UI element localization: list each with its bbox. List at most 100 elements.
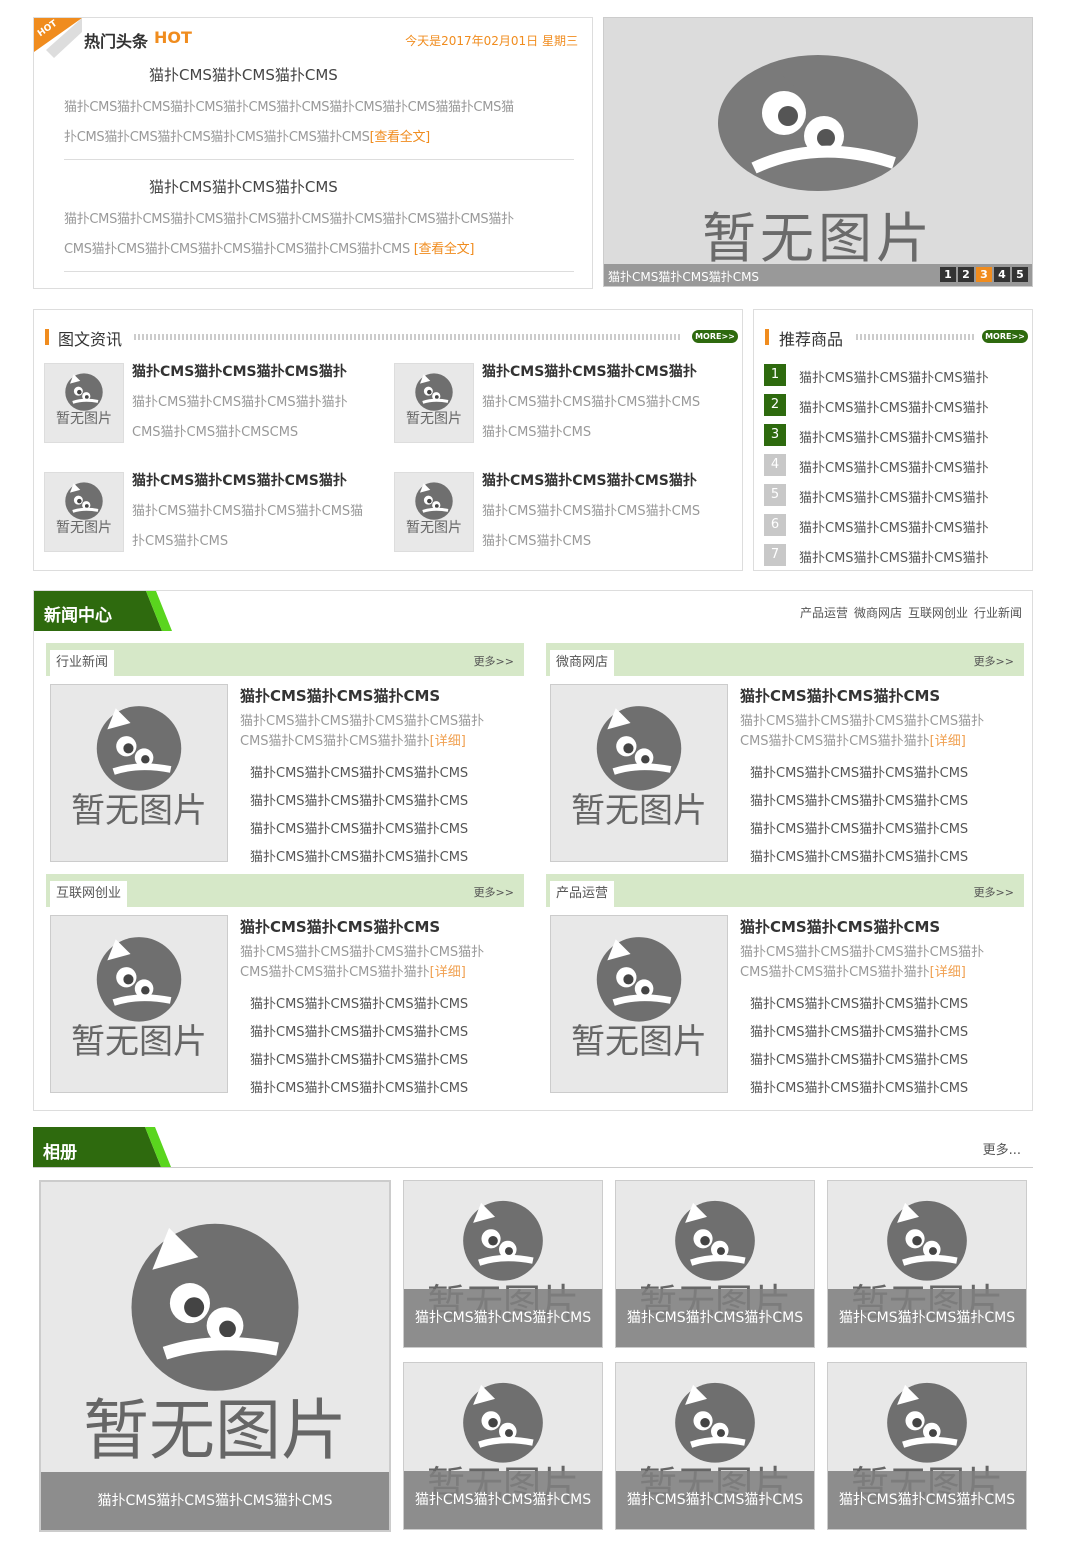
photo-caption[interactable]: 猫扑CMS猫扑CMS猫扑CMS (404, 1471, 602, 1529)
section-divider (134, 334, 682, 340)
news-link[interactable]: 猫扑CMS猫扑CMS猫扑CMS猫扑CMS (250, 846, 468, 865)
detail-link[interactable]: [详细] (430, 734, 466, 749)
product-link[interactable]: 猫扑CMS猫扑CMS猫扑CMS猫扑 (799, 397, 989, 416)
album-photo-large[interactable]: 暂无图片 猫扑CMS猫扑CMS猫扑CMS猫扑CMS (39, 1180, 391, 1532)
cat-icon (96, 937, 182, 1022)
news-link[interactable]: 猫扑CMS猫扑CMS猫扑CMS猫扑CMS (250, 762, 468, 781)
hot-item-title[interactable]: 猫扑CMS猫扑CMS猫扑CMS (149, 176, 338, 197)
more-link[interactable]: 更多>> (974, 653, 1014, 669)
news-link[interactable]: 猫扑CMS猫扑CMS猫扑CMS猫扑CMS (250, 790, 468, 809)
more-link[interactable]: 更多>> (474, 884, 514, 900)
nav-link-product-ops[interactable]: 产品运营 (800, 604, 848, 621)
news-pic-item[interactable]: 暂无图片 猫扑CMS猫扑CMS猫扑CMS猫扑 猫扑CMS猫扑CMS猫扑CMS猫扑… (394, 472, 734, 554)
no-image-label: 暂无图片 (56, 520, 112, 536)
product-item[interactable]: 5 猫扑CMS猫扑CMS猫扑CMS猫扑 (764, 484, 1024, 508)
slider-page-3[interactable]: 3 (976, 267, 992, 282)
slider-page-2[interactable]: 2 (958, 267, 974, 282)
product-item[interactable]: 6 猫扑CMS猫扑CMS猫扑CMS猫扑 (764, 514, 1024, 538)
slider-page-5[interactable]: 5 (1012, 267, 1028, 282)
news-pic-item[interactable]: 暂无图片 猫扑CMS猫扑CMS猫扑CMS猫扑 猫扑CMS猫扑CMS猫扑CMS猫扑… (44, 363, 384, 445)
news-pic-title[interactable]: 猫扑CMS猫扑CMS猫扑CMS猫扑 (132, 470, 347, 490)
album-photo[interactable]: 暂无图片 猫扑CMS猫扑CMS猫扑CMS (615, 1180, 815, 1348)
photo-caption[interactable]: 猫扑CMS猫扑CMS猫扑CMS (616, 1471, 814, 1529)
product-item[interactable]: 7 猫扑CMS猫扑CMS猫扑CMS猫扑 (764, 544, 1024, 568)
slider-page-4[interactable]: 4 (994, 267, 1010, 282)
news-link[interactable]: 猫扑CMS猫扑CMS猫扑CMS猫扑CMS (250, 818, 468, 837)
news-link[interactable]: 猫扑CMS猫扑CMS猫扑CMS猫扑CMS (750, 818, 968, 837)
news-pic-title[interactable]: 猫扑CMS猫扑CMS猫扑CMS猫扑 (132, 361, 347, 381)
more-link[interactable]: 更多>> (474, 653, 514, 669)
news-block-summary: 猫扑CMS猫扑CMS猫扑CMS猫扑CMS猫扑 (240, 945, 485, 960)
news-pic-item[interactable]: 暂无图片 猫扑CMS猫扑CMS猫扑CMS猫扑 猫扑CMS猫扑CMS猫扑CMS猫扑… (394, 363, 734, 445)
read-more-link[interactable]: [查看全文] (370, 130, 431, 145)
photo-caption[interactable]: 猫扑CMS猫扑CMS猫扑CMS (404, 1289, 602, 1347)
image-slider[interactable]: 暂无图片 猫扑CMS猫扑CMS猫扑CMS 1 2 3 4 5 (603, 17, 1033, 287)
album-photo[interactable]: 暂无图片 猫扑CMS猫扑CMS猫扑CMS (827, 1362, 1027, 1530)
no-image-label: 暂无图片 (56, 411, 112, 427)
detail-link[interactable]: [详细] (930, 965, 966, 980)
news-block-tab[interactable]: 行业新闻 (50, 650, 115, 676)
news-block-headline[interactable]: 猫扑CMS猫扑CMS猫扑CMS (240, 916, 440, 937)
hot-item-title[interactable]: 猫扑CMS猫扑CMS猫扑CMS (149, 64, 338, 85)
album-photo[interactable]: 暂无图片 猫扑CMS猫扑CMS猫扑CMS (615, 1362, 815, 1530)
news-link[interactable]: 猫扑CMS猫扑CMS猫扑CMS猫扑CMS (750, 1077, 968, 1096)
product-item[interactable]: 3 猫扑CMS猫扑CMS猫扑CMS猫扑 (764, 424, 1024, 448)
news-pic-title[interactable]: 猫扑CMS猫扑CMS猫扑CMS猫扑 (482, 470, 697, 490)
product-link[interactable]: 猫扑CMS猫扑CMS猫扑CMS猫扑 (799, 547, 989, 566)
news-link[interactable]: 猫扑CMS猫扑CMS猫扑CMS猫扑CMS (250, 1021, 468, 1040)
nav-link-internet-startup[interactable]: 互联网创业 (908, 604, 968, 621)
news-pic-title[interactable]: 猫扑CMS猫扑CMS猫扑CMS猫扑 (482, 361, 697, 381)
product-link[interactable]: 猫扑CMS猫扑CMS猫扑CMS猫扑 (799, 427, 989, 446)
photo-caption[interactable]: 猫扑CMS猫扑CMS猫扑CMS (616, 1289, 814, 1347)
product-link[interactable]: 猫扑CMS猫扑CMS猫扑CMS猫扑 (799, 487, 989, 506)
news-link[interactable]: 猫扑CMS猫扑CMS猫扑CMS猫扑CMS (250, 1077, 468, 1096)
photo-caption[interactable]: 猫扑CMS猫扑CMS猫扑CMS猫扑CMS (41, 1472, 389, 1530)
product-link[interactable]: 猫扑CMS猫扑CMS猫扑CMS猫扑 (799, 517, 989, 536)
news-block-headline[interactable]: 猫扑CMS猫扑CMS猫扑CMS (740, 916, 940, 937)
news-block-headline[interactable]: 猫扑CMS猫扑CMS猫扑CMS (740, 685, 940, 706)
read-more-link[interactable]: [查看全文] (414, 242, 475, 257)
nav-link-industry-news[interactable]: 行业新闻 (974, 604, 1022, 621)
detail-link[interactable]: [详细] (430, 965, 466, 980)
news-link[interactable]: 猫扑CMS猫扑CMS猫扑CMS猫扑CMS (750, 790, 968, 809)
news-link[interactable]: 猫扑CMS猫扑CMS猫扑CMS猫扑CMS (750, 762, 968, 781)
product-item[interactable]: 4 猫扑CMS猫扑CMS猫扑CMS猫扑 (764, 454, 1024, 478)
album-photo[interactable]: 暂无图片 猫扑CMS猫扑CMS猫扑CMS (827, 1180, 1027, 1348)
no-image-placeholder: 暂无图片 猫扑CMS猫扑CMS猫扑CMS (616, 1363, 814, 1529)
photo-caption[interactable]: 猫扑CMS猫扑CMS猫扑CMS (828, 1471, 1026, 1529)
more-button[interactable]: MORE>> (982, 330, 1028, 343)
news-block-tab[interactable]: 互联网创业 (50, 881, 128, 907)
news-block-summary: CMS猫扑CMS猫扑CMS猫扑猫扑[详细] (740, 965, 966, 980)
news-pic-item[interactable]: 暂无图片 猫扑CMS猫扑CMS猫扑CMS猫扑 猫扑CMS猫扑CMS猫扑CMS猫扑… (44, 472, 384, 554)
news-link[interactable]: 猫扑CMS猫扑CMS猫扑CMS猫扑CMS (750, 1049, 968, 1068)
news-link[interactable]: 猫扑CMS猫扑CMS猫扑CMS猫扑CMS (250, 993, 468, 1012)
news-block: 互联网创业 更多>> 暂无图片 猫扑CMS猫扑CMS猫扑CMS 猫扑CMS猫扑C… (46, 874, 524, 1099)
hot-corner-badge: HOT (34, 18, 84, 60)
news-link[interactable]: 猫扑CMS猫扑CMS猫扑CMS猫扑CMS (750, 846, 968, 865)
slider-page-1[interactable]: 1 (940, 267, 956, 282)
nav-link-wechat-shop[interactable]: 微商网店 (854, 604, 902, 621)
product-link[interactable]: 猫扑CMS猫扑CMS猫扑CMS猫扑 (799, 457, 989, 476)
more-link[interactable]: 更多>> (974, 884, 1014, 900)
product-item[interactable]: 1 猫扑CMS猫扑CMS猫扑CMS猫扑 (764, 364, 1024, 388)
detail-link[interactable]: [详细] (930, 734, 966, 749)
album-photo[interactable]: 暂无图片 猫扑CMS猫扑CMS猫扑CMS (403, 1180, 603, 1348)
photo-caption[interactable]: 猫扑CMS猫扑CMS猫扑CMS (828, 1289, 1026, 1347)
news-block-tab[interactable]: 微商网店 (550, 650, 615, 676)
slider-caption[interactable]: 猫扑CMS猫扑CMS猫扑CMS (608, 268, 759, 285)
cat-icon (596, 937, 682, 1022)
section-title: 图文资讯 (58, 330, 123, 349)
news-link[interactable]: 猫扑CMS猫扑CMS猫扑CMS猫扑CMS (750, 1021, 968, 1040)
news-pic-text: 猫扑CMS猫扑CMS猫扑CMS猫扑猫扑 (132, 395, 348, 410)
album-photo[interactable]: 暂无图片 猫扑CMS猫扑CMS猫扑CMS (403, 1362, 603, 1530)
product-link[interactable]: 猫扑CMS猫扑CMS猫扑CMS猫扑 (799, 367, 989, 386)
album-more-link[interactable]: 更多... (983, 1139, 1021, 1158)
news-link[interactable]: 猫扑CMS猫扑CMS猫扑CMS猫扑CMS (750, 993, 968, 1012)
more-button[interactable]: MORE>> (692, 330, 738, 343)
news-link[interactable]: 猫扑CMS猫扑CMS猫扑CMS猫扑CMS (250, 1049, 468, 1068)
news-pic-text: 猫扑CMS猫扑CMS猫扑CMS猫扑CMS猫 (132, 504, 364, 519)
news-block-tab[interactable]: 产品运营 (550, 881, 615, 907)
product-item[interactable]: 2 猫扑CMS猫扑CMS猫扑CMS猫扑 (764, 394, 1024, 418)
news-block-headline[interactable]: 猫扑CMS猫扑CMS猫扑CMS (240, 685, 440, 706)
news-pic-text: 猫扑CMS猫扑CMS (482, 425, 592, 440)
